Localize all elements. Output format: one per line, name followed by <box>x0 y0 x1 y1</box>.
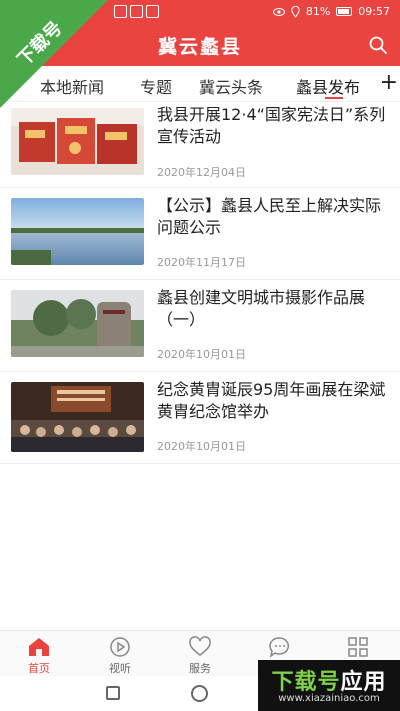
play-icon <box>110 637 130 657</box>
tab-lixian-release[interactable]: 蠡县发布 <box>296 74 360 98</box>
home-icon <box>29 638 49 656</box>
clock: 09:57 <box>358 5 390 18</box>
tab-jiyun-headlines[interactable]: 冀云头条 <box>199 74 263 98</box>
status-right: 81% 09:57 <box>272 5 390 18</box>
news-title: 【公示】蠡县人民至上解决实际问题公示 <box>157 196 382 237</box>
news-title: 纪念黄胄诞辰95周年画展在梁斌黄胄纪念馆举办 <box>157 380 386 421</box>
nav-home[interactable]: 首页 <box>9 636 69 676</box>
watermark-brand-white: 应用 <box>340 670 387 695</box>
nav-video[interactable]: 视听 <box>90 636 150 676</box>
wechat-icon <box>114 5 127 18</box>
home-button-icon[interactable] <box>191 685 208 702</box>
news-item[interactable]: 蠡县创建文明城市摄影作品展（一） 2020年10月01日 <box>0 280 400 372</box>
search-icon[interactable] <box>368 35 388 55</box>
news-date: 2020年10月01日 <box>157 348 246 361</box>
news-thumbnail <box>11 198 144 265</box>
news-title: 我县开展12·4“国家宪法日”系列宣传活动 <box>157 105 386 146</box>
nav-service[interactable]: 服务 <box>170 636 230 676</box>
news-list: 我县开展12·4“国家宪法日”系列宣传活动 2020年12月04日 【公示】蠡县… <box>0 104 400 464</box>
nav-more[interactable] <box>328 636 388 660</box>
nav-chat[interactable] <box>250 636 310 660</box>
nav-service-label: 服务 <box>189 662 211 675</box>
news-thumbnail <box>11 382 144 452</box>
watermark-url: www.xiazainiao.com <box>278 693 380 704</box>
news-date: 2020年10月01日 <box>157 440 246 453</box>
message-icon <box>130 5 143 18</box>
battery-percent: 81% <box>305 5 331 18</box>
notification-icons <box>114 5 159 18</box>
grid-icon <box>348 637 368 657</box>
news-item[interactable]: 【公示】蠡县人民至上解决实际问题公示 2020年11月17日 <box>0 188 400 280</box>
news-thumbnail <box>11 290 144 357</box>
nav-home-label: 首页 <box>28 662 50 675</box>
watermark-brand: 下载号应用 <box>258 664 400 696</box>
eye-icon <box>272 7 285 16</box>
news-date: 2020年12月04日 <box>157 166 246 179</box>
recent-apps-icon[interactable] <box>106 686 120 700</box>
watermark-banner: 下载号应用 www.xiazainiao.com <box>258 660 400 711</box>
news-title: 蠡县创建文明城市摄影作品展（一） <box>157 288 366 329</box>
news-item[interactable]: 纪念黄胄诞辰95周年画展在梁斌黄胄纪念馆举办 2020年10月01日 <box>0 372 400 464</box>
app-notify-icon <box>146 5 159 18</box>
watermark-brand-green: 下载号 <box>271 670 341 695</box>
nav-video-label: 视听 <box>109 662 131 675</box>
tab-topics[interactable]: 专题 <box>140 74 172 98</box>
chat-bubble-icon <box>269 637 289 658</box>
add-tab-button[interactable]: + <box>380 70 398 95</box>
active-tab-indicator <box>325 97 343 99</box>
news-item[interactable]: 我县开展12·4“国家宪法日”系列宣传活动 2020年12月04日 <box>0 104 400 188</box>
news-thumbnail <box>11 108 144 175</box>
location-icon <box>291 5 300 18</box>
news-date: 2020年11月17日 <box>157 256 246 269</box>
heart-icon <box>189 636 211 656</box>
battery-icon <box>336 7 353 16</box>
